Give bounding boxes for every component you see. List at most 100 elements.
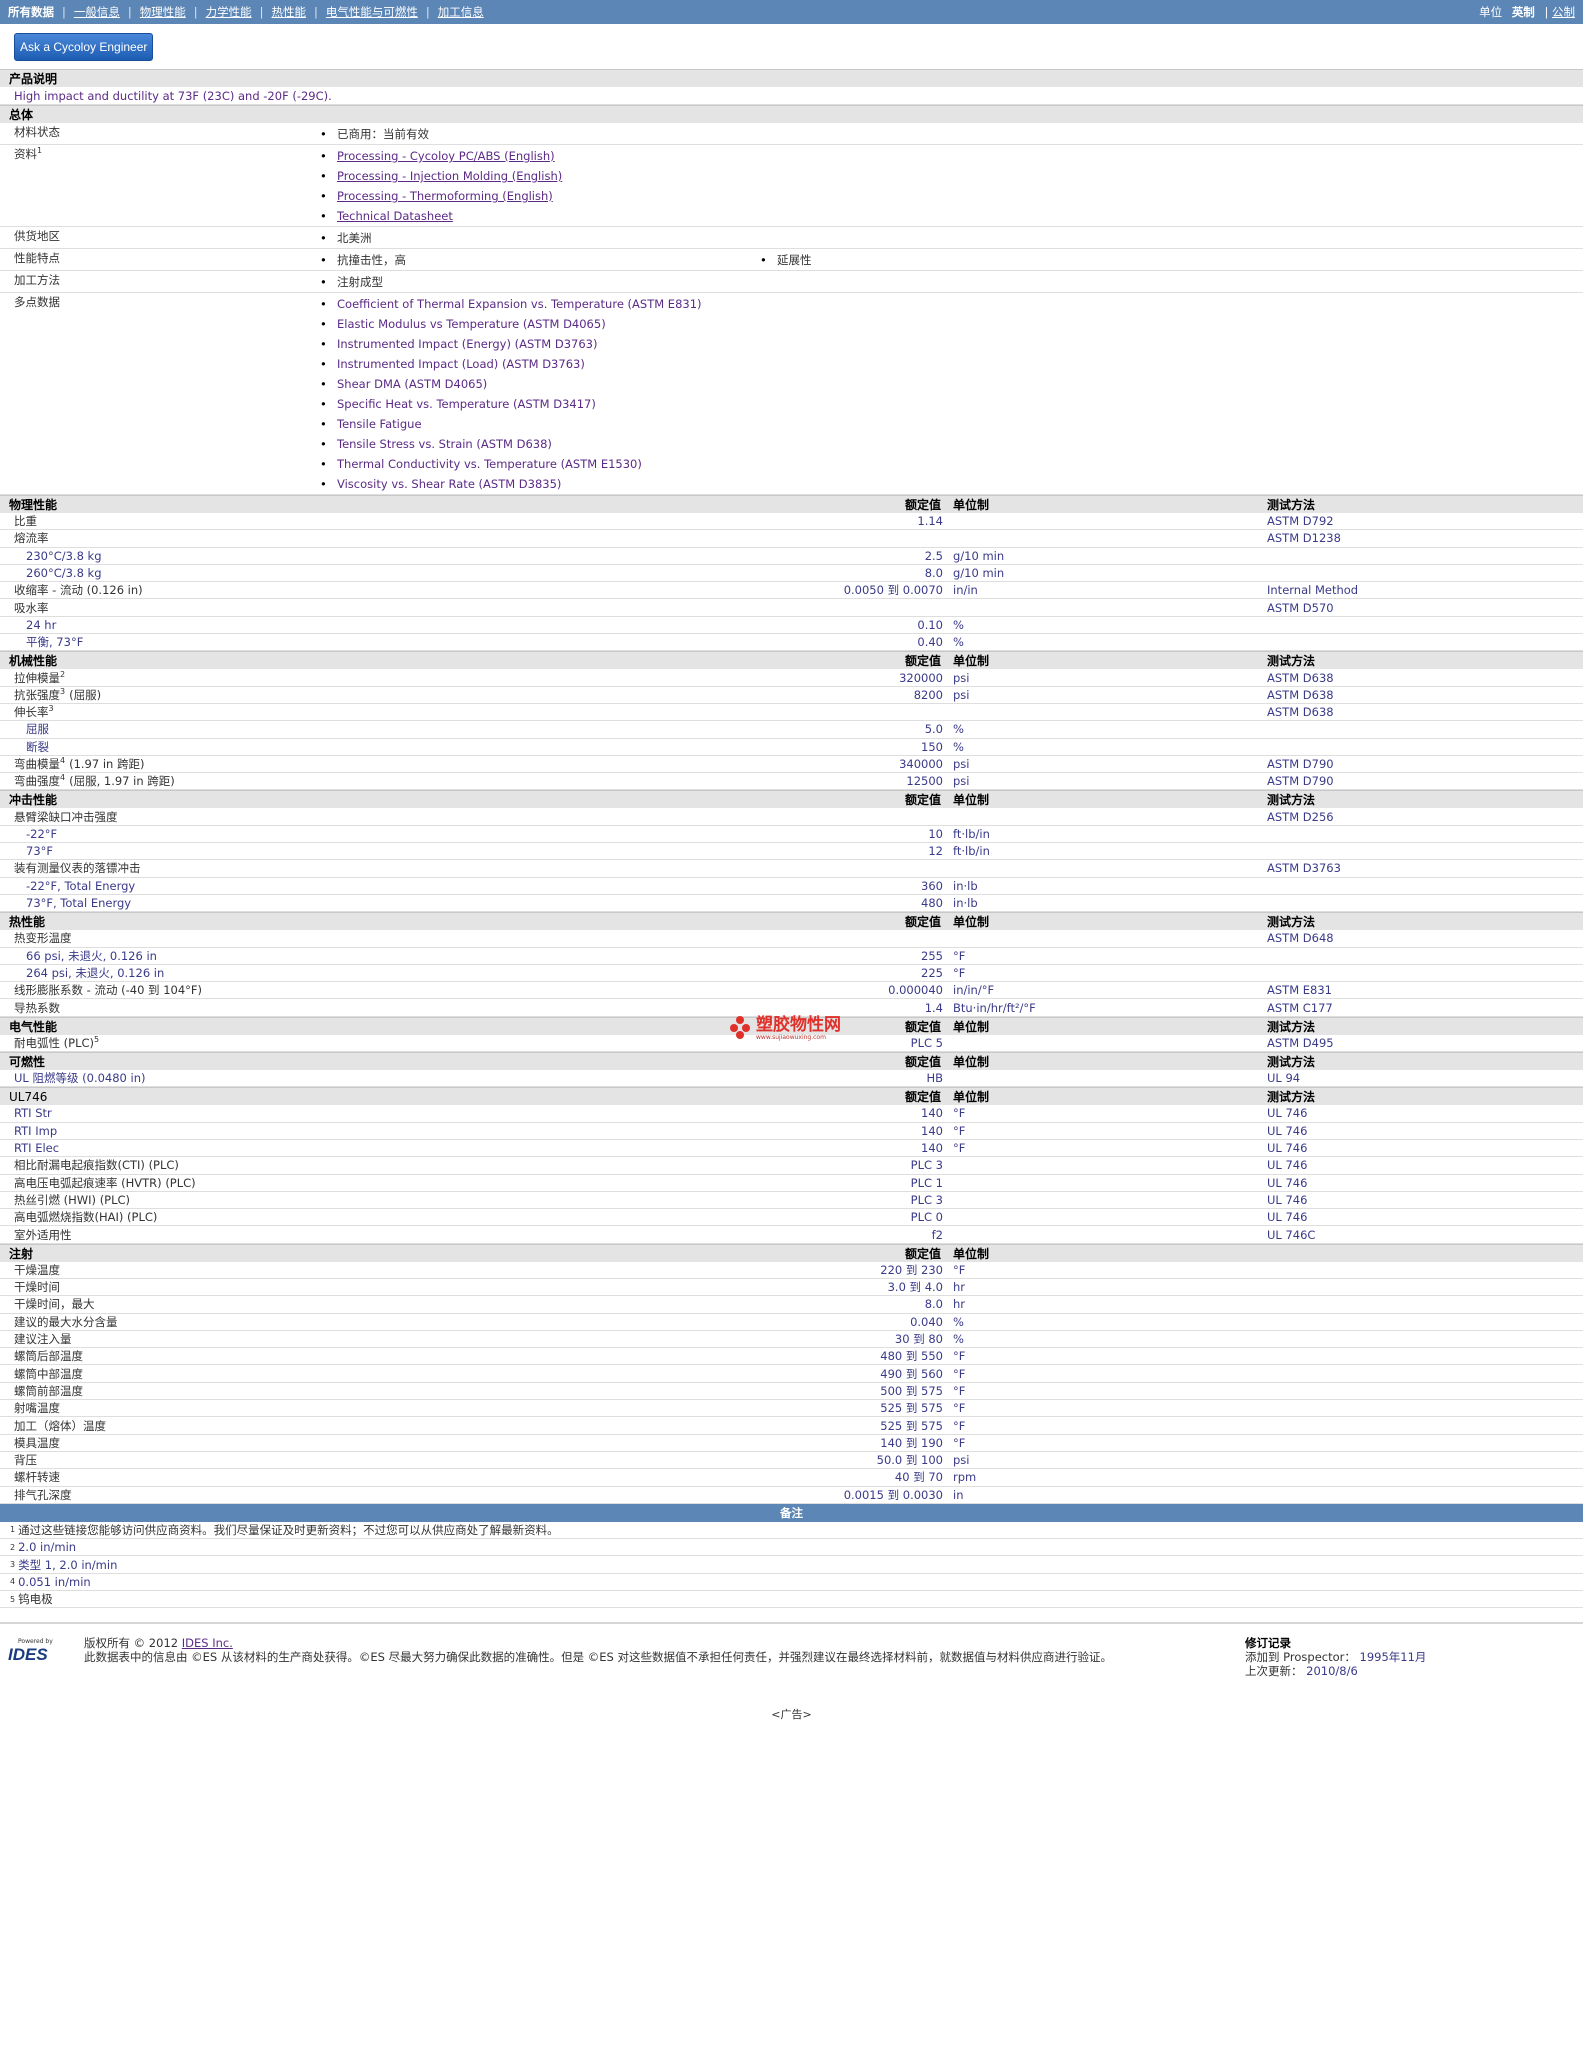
document-link[interactable]: Processing - Thermoforming (English) [337, 189, 553, 203]
document-link[interactable]: Processing - Cycoloy PC/ABS (English) [337, 149, 555, 163]
product-description-row: High impact and ductility at 73F (23C) a… [0, 87, 1583, 105]
footnote-ref: 3 [48, 704, 54, 714]
property-value: 8200 [913, 687, 943, 702]
general-list-item: Processing - Cycoloy PC/ABS (English) [320, 146, 760, 166]
property-value: 500 到 575 [880, 1383, 943, 1398]
general-list-item[interactable]: Thermal Conductivity vs. Temperature (AS… [320, 454, 760, 474]
property-row: 背压 50.0 到 100 psi [0, 1452, 1583, 1470]
general-list: 北美洲 [320, 228, 760, 248]
property-value: 0.0050 到 0.0070 [843, 583, 943, 598]
property-test-method: UL 746 [1267, 1175, 1308, 1190]
section-title: 可燃性 [9, 1055, 46, 1070]
document-link[interactable]: Technical Datasheet [337, 209, 453, 223]
property-unit: °F [953, 1141, 966, 1156]
section-nav: 所有数据 | 一般信息 | 物理性能 | 力学性能 | 热性能 | 电气性能与可燃性 | 加工信息 [8, 4, 484, 20]
added-label: 添加到 Prospector： [1245, 1650, 1356, 1665]
property-row: 弯曲模量4 (1.97 in 跨距) 340000 psi ASTM D790 [0, 756, 1583, 774]
property-unit: ft·lb/in [953, 826, 990, 841]
general-label-text: 资料 [14, 147, 37, 161]
general-row: 多点数据 Coefficient of Thermal Expansion vs.… [0, 293, 1583, 495]
revision-title: 修订记录 [1245, 1636, 1291, 1651]
property-unit: in/in [953, 583, 978, 598]
unit-column-header: 单位制 [953, 1246, 990, 1261]
unit-column-header: 单位制 [953, 498, 990, 512]
property-name-text: 导热系数 [14, 1000, 60, 1015]
general-list-item[interactable]: Instrumented Impact (Load) (ASTM D3763) [320, 354, 760, 374]
general-label-text: 材料状态 [14, 125, 60, 139]
property-name-text: 屈服 [26, 722, 49, 737]
property-test-method: UL 94 [1267, 1071, 1301, 1086]
general-list-item[interactable]: Coefficient of Thermal Expansion vs. Tem… [320, 294, 760, 314]
footnote-number: 4 [10, 1577, 16, 1587]
property-condition: (屈服, 1.97 in 跨距) [69, 774, 175, 789]
property-name: 260°C/3.8 kg [0, 566, 500, 580]
property-row: 排气孔深度 0.0015 到 0.0030 in [0, 1487, 1583, 1504]
property-name-text: 线形膨胀系数 - 流动 (-40 到 104°F) [14, 983, 202, 998]
property-name: RTI Str [0, 1106, 500, 1120]
property-value: 140 到 190 [880, 1435, 943, 1450]
property-test-method: UL 746C [1267, 1227, 1316, 1242]
nav-item[interactable]: 电气性能与可燃性 [326, 4, 418, 20]
property-test-method: ASTM D495 [1267, 1035, 1334, 1050]
property-name: 73°F [0, 844, 500, 858]
section-title: 注射 [9, 1246, 34, 1261]
property-test-method: UL 746 [1267, 1192, 1308, 1207]
nav-item[interactable]: 一般信息 [74, 4, 120, 20]
property-test-method: ASTM D1238 [1267, 531, 1341, 546]
section-header: 机械性能 额定值 单位制 测试方法 [0, 651, 1583, 670]
property-row: 260°C/3.8 kg 8.0 g/10 min [0, 565, 1583, 583]
general-list-item[interactable]: Viscosity vs. Shear Rate (ASTM D3835) [320, 474, 760, 494]
property-row: 73°F 12 ft·lb/in [0, 843, 1583, 861]
general-list-item[interactable]: Elastic Modulus vs Temperature (ASTM D40… [320, 314, 760, 334]
general-list-item[interactable]: Instrumented Impact (Energy) (ASTM D3763… [320, 334, 760, 354]
test-column-header: 测试方法 [1267, 498, 1316, 512]
property-row: 断裂 150% [0, 739, 1583, 756]
general-list-item[interactable]: Tensile Stress vs. Strain (ASTM D638) [320, 434, 760, 454]
test-column-header: 测试方法 [1267, 1090, 1316, 1105]
general-list-item[interactable]: Tensile Fatigue [320, 414, 760, 434]
property-name-text: RTI Imp [14, 1123, 58, 1138]
property-name: 射嘴温度 [0, 1400, 500, 1416]
copyright: 版权所有 © 2012 [84, 1636, 179, 1651]
property-name: 73°F, Total Energy [0, 896, 500, 910]
footnote-ref: 3 [60, 686, 66, 696]
property-unit: hr [953, 1280, 966, 1295]
property-name-text: 螺筒中部温度 [14, 1366, 83, 1381]
property-test-method: ASTM D638 [1267, 670, 1334, 685]
unit-metric[interactable]: 公制 [1552, 5, 1575, 19]
property-name: RTI Imp [0, 1124, 500, 1138]
property-name-text: 室外适用性 [14, 1227, 72, 1242]
property-value: 1.14 [917, 514, 943, 529]
property-row: 线形膨胀系数 - 流动 (-40 到 104°F) 0.000040 in/in/°… [0, 982, 1583, 1000]
unit-english[interactable]: 英制 [1512, 5, 1535, 19]
property-name-text: 73°F, Total Energy [26, 896, 132, 911]
document-link[interactable]: Processing - Injection Molding (English) [337, 169, 562, 183]
nav-item[interactable]: 物理性能 [140, 4, 186, 20]
property-value: 140 [921, 1123, 943, 1138]
property-row: 螺筒前部温度 500 到 575 °F [0, 1383, 1583, 1401]
property-value: PLC 3 [910, 1158, 943, 1173]
footnote-number: 3 [10, 1560, 16, 1570]
updated-value: 2010/8/6 [1306, 1664, 1358, 1679]
property-name-text: 吸水率 [14, 600, 49, 615]
property-value: HB [926, 1071, 943, 1086]
section-header: 注射 额定值 单位制 [0, 1243, 1583, 1262]
property-value: 220 到 230 [880, 1262, 943, 1277]
property-name: 模具温度 [0, 1435, 500, 1451]
property-row: 弯曲强度4 (屈服, 1.97 in 跨距) 12500 psi ASTM D790 [0, 773, 1583, 791]
footnote-ref: 5 [94, 1035, 100, 1045]
datasheet-content: 产品说明 High impact and ductility at 73F (2… [0, 69, 1583, 1609]
ask-engineer-button[interactable]: Ask a Cycoloy Engineer [14, 32, 154, 61]
nav-item[interactable]: 加工信息 [438, 4, 484, 20]
property-name-text: 干燥温度 [14, 1262, 60, 1277]
property-unit: psi [953, 670, 970, 685]
property-row: 伸长率3 ASTM D638 [0, 704, 1583, 722]
nav-item[interactable]: 力学性能 [206, 4, 252, 20]
unit-column-header: 单位制 [953, 793, 990, 808]
general-list-item[interactable]: Shear DMA (ASTM D4065) [320, 374, 760, 394]
nav-separator: | [425, 5, 430, 19]
property-value: 140 [921, 1106, 943, 1121]
general-list-item[interactable]: Specific Heat vs. Temperature (ASTM D341… [320, 394, 760, 414]
nav-item[interactable]: 热性能 [272, 4, 307, 20]
company-link[interactable]: IDES Inc. [182, 1636, 233, 1650]
